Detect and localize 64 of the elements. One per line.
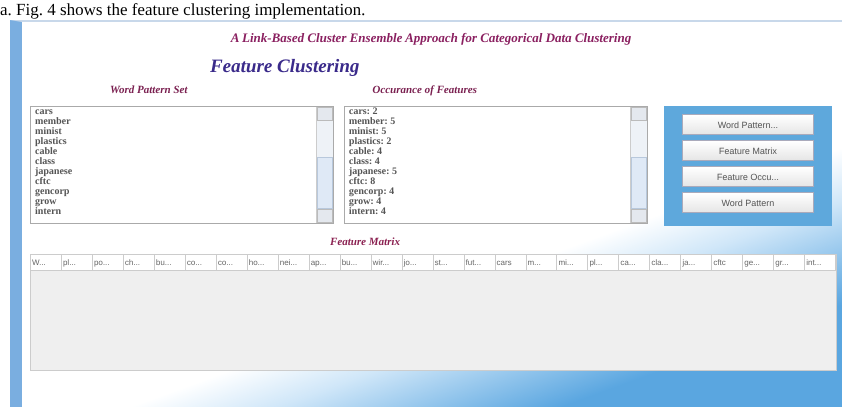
- list-item[interactable]: member: [35, 117, 312, 127]
- list-item[interactable]: cars: 2: [348, 107, 626, 117]
- column-header[interactable]: co...: [186, 255, 217, 270]
- list-item[interactable]: minist: 5: [348, 127, 626, 137]
- scrollbar[interactable]: [316, 107, 333, 223]
- column-header[interactable]: W...: [31, 255, 62, 270]
- column-header[interactable]: po...: [92, 255, 124, 270]
- action-button[interactable]: Word Pattern...: [682, 114, 814, 135]
- column-header[interactable]: ap...: [310, 255, 341, 270]
- list-item[interactable]: class: [35, 157, 312, 167]
- list-item[interactable]: gencorp: 4: [348, 187, 626, 197]
- caption-text: a. Fig. 4 shows the feature clustering implementation.: [0, 0, 366, 20]
- list-item[interactable]: plastics: 2: [348, 137, 626, 147]
- list-item[interactable]: japanese: [35, 167, 312, 177]
- list-item[interactable]: minist: [35, 127, 312, 137]
- list-label: Occurance of Features: [372, 84, 477, 96]
- column-header[interactable]: pl...: [588, 255, 620, 270]
- list-item[interactable]: cftc: [35, 177, 312, 187]
- column-header[interactable]: int...: [805, 255, 836, 270]
- column-header[interactable]: fut...: [464, 255, 496, 270]
- column-header[interactable]: bu...: [154, 255, 186, 270]
- scroll-thumb[interactable]: [316, 157, 333, 209]
- list-box[interactable]: cars: 2 member: 5 minist: 5 plastics: 2 cable: 4 class: 4 japanese: 5 cftc: 8 gencorp: 4 grow: 4 intern: 4: [344, 106, 648, 224]
- list-item[interactable]: gencorp: [35, 187, 312, 197]
- column-header[interactable]: ho...: [248, 255, 279, 270]
- column-header[interactable]: cftc: [712, 255, 744, 270]
- list-label: Word Pattern Set: [110, 84, 188, 96]
- list-box[interactable]: cars member minist plastics cable class japanese cftc gencorp grow intern: [30, 106, 334, 224]
- heading-text: Feature Clustering: [210, 56, 360, 78]
- list-item[interactable]: grow: 4: [348, 197, 626, 207]
- list-item[interactable]: plastics: [35, 137, 312, 147]
- table-label: Feature Matrix: [330, 236, 401, 248]
- column-header[interactable]: m...: [526, 255, 558, 270]
- list-item[interactable]: intern: 4: [348, 207, 626, 217]
- list-item[interactable]: cftc: 8: [348, 177, 626, 187]
- column-header[interactable]: ch...: [124, 255, 155, 270]
- action-button[interactable]: Feature Occu...: [682, 166, 814, 187]
- list-item[interactable]: class: 4: [348, 157, 626, 167]
- column-header[interactable]: ge...: [743, 255, 774, 270]
- scrollbar[interactable]: [630, 107, 647, 223]
- column-header[interactable]: pl...: [62, 255, 93, 270]
- column-header[interactable]: nei...: [278, 255, 310, 270]
- list-item[interactable]: cable: 4: [348, 147, 626, 157]
- scroll-thumb[interactable]: [630, 157, 647, 209]
- column-header[interactable]: jo...: [402, 255, 434, 270]
- column-header[interactable]: co...: [216, 255, 248, 270]
- action-button[interactable]: Word Pattern: [682, 192, 814, 213]
- column-header[interactable]: cla...: [650, 255, 682, 270]
- column-header[interactable]: mi...: [557, 255, 588, 270]
- list-item[interactable]: grow: [35, 197, 312, 207]
- column-header[interactable]: st...: [434, 255, 465, 270]
- column-header[interactable]: cars: [496, 255, 526, 270]
- column-header[interactable]: wir...: [372, 255, 403, 270]
- column-header[interactable]: gr...: [774, 255, 806, 270]
- action-button[interactable]: Feature Matrix: [682, 140, 814, 161]
- list-item[interactable]: cable: [35, 147, 312, 157]
- column-header[interactable]: bu...: [340, 255, 372, 270]
- list-item[interactable]: member: 5: [348, 117, 626, 127]
- list-item[interactable]: cars: [35, 107, 312, 117]
- column-header[interactable]: ja...: [681, 255, 712, 270]
- list-item[interactable]: intern: [35, 207, 312, 217]
- column-header[interactable]: ca...: [619, 255, 650, 270]
- window-title: A Link-Based Cluster Ensemble Approach for Categorical Data Clustering: [229, 30, 632, 46]
- list-item[interactable]: japanese: 5: [348, 167, 626, 177]
